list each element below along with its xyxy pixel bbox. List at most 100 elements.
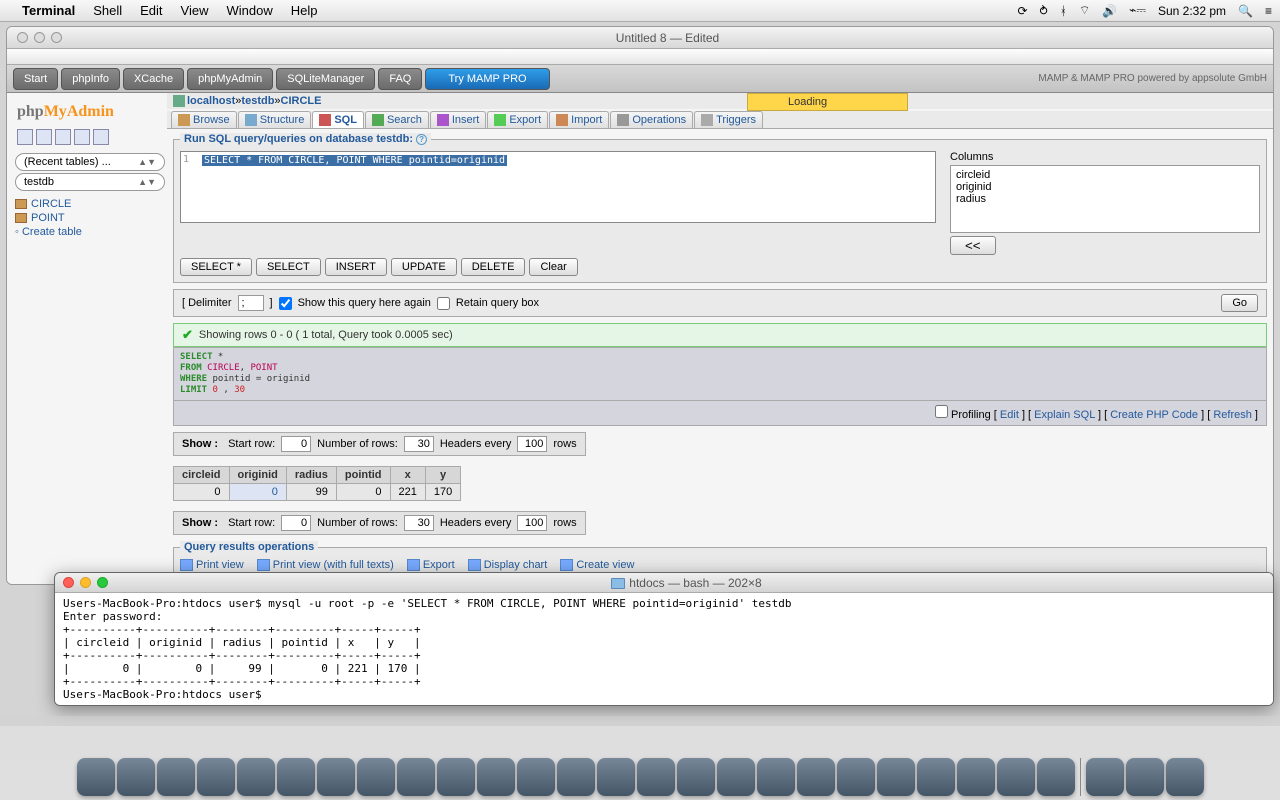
terminal-close-icon[interactable]: [63, 577, 74, 588]
recent-tables-select[interactable]: (Recent tables) ...▲▼: [15, 153, 165, 171]
status-clock[interactable]: Sun 2:32 pm: [1158, 4, 1226, 18]
dock-app-icon[interactable]: [837, 758, 875, 796]
refresh-link[interactable]: Refresh: [1213, 409, 1252, 421]
dock-app-icon[interactable]: [357, 758, 395, 796]
dock-app-icon[interactable]: [277, 758, 315, 796]
dock-app-icon[interactable]: [237, 758, 275, 796]
dock-app-icon[interactable]: [437, 758, 475, 796]
dock-app-icon[interactable]: [317, 758, 355, 796]
home-icon[interactable]: [17, 129, 33, 145]
dock-app-icon[interactable]: [477, 758, 515, 796]
headers-input2[interactable]: [517, 515, 547, 531]
terminal-zoom-icon[interactable]: [97, 577, 108, 588]
menu-window[interactable]: Window: [227, 3, 273, 18]
dock-folder-icon[interactable]: [1126, 758, 1164, 796]
logout-icon[interactable]: [36, 129, 52, 145]
dock-app-icon[interactable]: [117, 758, 155, 796]
menu-edit[interactable]: Edit: [140, 3, 162, 18]
tab-insert[interactable]: Insert: [430, 111, 487, 128]
btn-update[interactable]: UPDATE: [391, 258, 457, 276]
startrow-input[interactable]: [281, 436, 311, 452]
crumb-db[interactable]: testdb: [241, 95, 274, 107]
tab-structure[interactable]: Structure: [238, 111, 312, 128]
tab-sql[interactable]: SQL: [312, 111, 364, 128]
show-again-checkbox[interactable]: [279, 297, 292, 310]
profiling-checkbox[interactable]: [935, 405, 948, 418]
tab-triggers[interactable]: Triggers: [694, 111, 763, 128]
docs-icon[interactable]: [74, 129, 90, 145]
col-y[interactable]: y: [425, 467, 460, 484]
mamp-try-pro[interactable]: Try MAMP PRO: [425, 68, 549, 90]
dock-app-icon[interactable]: [397, 758, 435, 796]
op-createview[interactable]: Create view: [560, 559, 634, 571]
columns-list[interactable]: circleid originid radius: [950, 165, 1260, 233]
op-export[interactable]: Export: [407, 559, 455, 571]
dock-app-icon[interactable]: [1037, 758, 1075, 796]
tree-create-table[interactable]: ◦ Create table: [15, 225, 159, 239]
sql-icon[interactable]: [55, 129, 71, 145]
edit-link[interactable]: Edit: [1000, 409, 1019, 421]
go-button[interactable]: Go: [1221, 294, 1258, 312]
btn-select[interactable]: SELECT: [256, 258, 321, 276]
tree-table-circle[interactable]: CIRCLE: [15, 197, 159, 211]
menu-help[interactable]: Help: [291, 3, 318, 18]
menu-shell[interactable]: Shell: [93, 3, 122, 18]
dock-app-icon[interactable]: [197, 758, 235, 796]
window-minimize-icon[interactable]: [34, 32, 45, 43]
btn-clear[interactable]: Clear: [529, 258, 577, 276]
sql-editor[interactable]: 1SELECT * FROM CIRCLE, POINT WHERE point…: [180, 151, 936, 223]
mamp-tab-faq[interactable]: FAQ: [378, 68, 422, 90]
col-radius[interactable]: radius: [286, 467, 336, 484]
tab-browse[interactable]: Browse: [171, 111, 237, 128]
dock-trash-icon[interactable]: [1166, 758, 1204, 796]
column-item[interactable]: originid: [954, 181, 1256, 193]
col-circleid[interactable]: circleid: [174, 467, 230, 484]
numrows-input2[interactable]: [404, 515, 434, 531]
dock-folder-icon[interactable]: [1086, 758, 1124, 796]
numrows-input[interactable]: [404, 436, 434, 452]
btn-select-star[interactable]: SELECT *: [180, 258, 252, 276]
explain-link[interactable]: Explain SQL: [1034, 409, 1095, 421]
terminal-minimize-icon[interactable]: [80, 577, 91, 588]
tab-operations[interactable]: Operations: [610, 111, 693, 128]
dock-app-icon[interactable]: [677, 758, 715, 796]
status-battery-icon[interactable]: ⌁⎓: [1129, 3, 1146, 18]
window-close-icon[interactable]: [17, 32, 28, 43]
terminal-output[interactable]: Users-MacBook-Pro:htdocs user$ mysql -u …: [55, 593, 1273, 705]
retain-checkbox[interactable]: [437, 297, 450, 310]
mamp-tab-start[interactable]: Start: [13, 68, 58, 90]
dock-app-icon[interactable]: [157, 758, 195, 796]
op-chart[interactable]: Display chart: [468, 559, 548, 571]
spotlight-icon[interactable]: 🔍: [1238, 4, 1253, 18]
dock-app-icon[interactable]: [917, 758, 955, 796]
op-print[interactable]: Print view: [180, 559, 244, 571]
dock-app-icon[interactable]: [757, 758, 795, 796]
menu-view[interactable]: View: [181, 3, 209, 18]
dock-app-icon[interactable]: [877, 758, 915, 796]
col-originid[interactable]: originid: [229, 467, 286, 484]
status-wifi-icon[interactable]: ⌔: [1079, 3, 1090, 18]
op-print-full[interactable]: Print view (with full texts): [257, 559, 394, 571]
tab-import[interactable]: Import: [549, 111, 609, 128]
status-volume-icon[interactable]: 🔊: [1102, 4, 1117, 18]
status-dropbox-icon[interactable]: ⟳: [1017, 4, 1027, 18]
startrow-input2[interactable]: [281, 515, 311, 531]
dock-app-icon[interactable]: [957, 758, 995, 796]
notification-icon[interactable]: ≡: [1265, 4, 1272, 18]
mamp-tab-phpmyadmin[interactable]: phpMyAdmin: [187, 68, 273, 90]
mamp-tab-phpinfo[interactable]: phpInfo: [61, 68, 120, 90]
column-item[interactable]: circleid: [954, 169, 1256, 181]
delimiter-input[interactable]: [238, 295, 264, 311]
reload-icon[interactable]: [93, 129, 109, 145]
dock-app-icon[interactable]: [637, 758, 675, 796]
headers-input[interactable]: [517, 436, 547, 452]
menu-app[interactable]: Terminal: [22, 3, 75, 18]
dock-app-icon[interactable]: [717, 758, 755, 796]
crumb-host[interactable]: localhost: [187, 95, 235, 107]
status-bluetooth-icon[interactable]: ᚼ: [1060, 4, 1067, 18]
col-pointid[interactable]: pointid: [336, 467, 390, 484]
dock-app-icon[interactable]: [997, 758, 1035, 796]
dock-app-icon[interactable]: [557, 758, 595, 796]
dock-finder-icon[interactable]: [77, 758, 115, 796]
btn-delete[interactable]: DELETE: [461, 258, 526, 276]
